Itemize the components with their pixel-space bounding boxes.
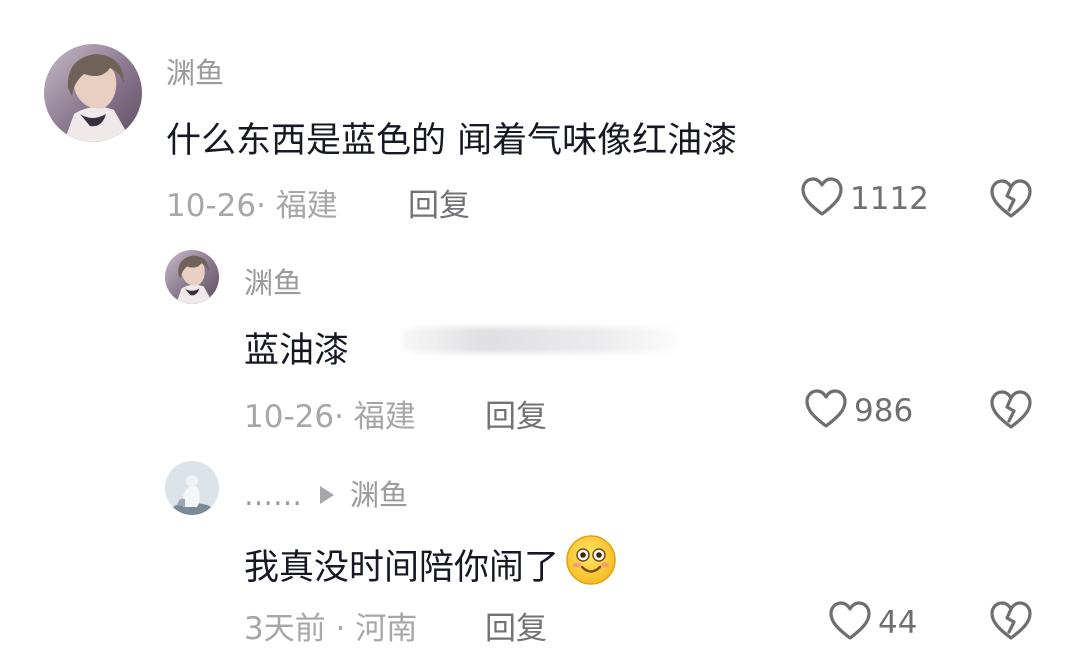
avatar[interactable] <box>44 44 142 142</box>
comment-text: 蓝油漆 <box>244 331 350 371</box>
avatar[interactable] <box>165 461 219 515</box>
comment-meta: 10-26· 福建 <box>166 180 338 225</box>
like-button[interactable]: 44 <box>828 600 917 646</box>
dislike-button[interactable] <box>989 600 1033 646</box>
comment-text-line: 我真没时间陪你闹了 <box>244 534 617 595</box>
avatar[interactable] <box>165 250 219 304</box>
broken-heart-icon <box>989 179 1033 224</box>
reply-to-username[interactable]: 渊鱼 <box>350 478 408 512</box>
comment-username[interactable]: …… <box>244 478 302 512</box>
like-button[interactable]: 986 <box>804 388 913 434</box>
like-button[interactable]: 1112 <box>800 176 929 222</box>
reply-button[interactable]: 回复 <box>485 603 547 648</box>
comment-date: 10-26 <box>166 188 257 224</box>
heart-outline-icon <box>800 176 844 222</box>
comment-text: 我真没时间陪你闹了 <box>244 548 560 588</box>
like-count: 44 <box>878 605 918 641</box>
broken-heart-icon <box>989 601 1033 646</box>
heart-outline-icon <box>804 388 848 434</box>
play-arrow-icon <box>320 486 334 504</box>
dislike-button[interactable] <box>989 178 1033 224</box>
reply-button[interactable]: 回复 <box>408 180 470 225</box>
comment-section: 渊鱼 什么东西是蓝色的 闻着气味像红油漆 10-26· 福建 回复 1112 渊… <box>0 0 1080 669</box>
comment-username[interactable]: 渊鱼 <box>166 50 224 92</box>
comment-date: 3天前 <box>244 611 326 647</box>
meta-separator: · <box>256 188 266 224</box>
heart-outline-icon <box>828 600 872 646</box>
like-count: 1112 <box>850 181 929 217</box>
comment-location: 福建 <box>353 399 416 435</box>
blurred-region <box>402 327 680 353</box>
meta-separator: · <box>335 611 346 647</box>
comment-username[interactable]: 渊鱼 <box>244 260 302 302</box>
comment-location: 河南 <box>355 611 418 647</box>
meta-separator: · <box>334 399 344 435</box>
comment-username-line: …… 渊鱼 <box>244 472 408 514</box>
reply-button[interactable]: 回复 <box>485 391 547 436</box>
comment-meta: 10-26· 福建 <box>244 391 416 436</box>
broken-heart-icon <box>989 390 1033 435</box>
comment-text: 什么东西是蓝色的 闻着气味像红油漆 <box>166 121 738 161</box>
dislike-button[interactable] <box>989 389 1033 435</box>
like-count: 986 <box>854 393 914 429</box>
comment-location: 福建 <box>275 188 338 224</box>
comment-meta: 3天前 · 河南 <box>244 603 417 648</box>
comment-date: 10-26 <box>244 399 335 435</box>
grinning-emoji-icon <box>565 534 617 595</box>
